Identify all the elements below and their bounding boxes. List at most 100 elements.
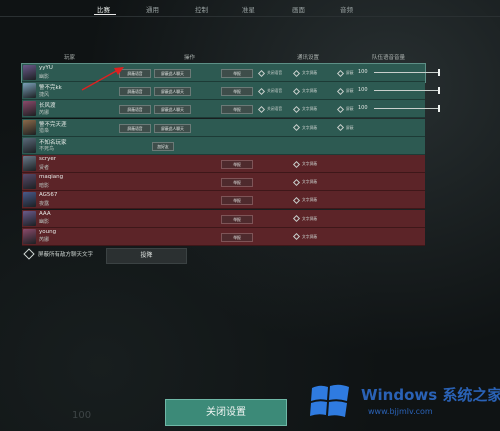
- col-actions: 操作: [184, 55, 196, 61]
- text-mute-toggle[interactable]: 文字屏蔽: [292, 233, 318, 241]
- report-button[interactable]: 举报: [221, 196, 253, 206]
- voice-mute-toggle[interactable]: 关闭语音: [257, 87, 282, 95]
- volume-slider-thumb[interactable]: [438, 105, 440, 113]
- report-button[interactable]: 举报: [221, 160, 253, 169]
- agent-avatar: [23, 119, 36, 135]
- block-chat-button[interactable]: 屏蔽此人聊天: [154, 69, 191, 78]
- checkbox-icon: [292, 87, 301, 95]
- voice-mute-toggle-label: 关闭语音: [267, 106, 283, 112]
- player-row: scryer 贤者 举报 文字屏蔽: [22, 155, 425, 173]
- block-toggle[interactable]: 屏蔽: [336, 69, 354, 77]
- active-tab-underline: [94, 14, 116, 15]
- block-toggle[interactable]: 屏蔽: [336, 124, 354, 132]
- checkbox-icon: [292, 233, 301, 241]
- block-chat-button[interactable]: 屏蔽此人聊天: [154, 105, 191, 115]
- volume-slider-thumb[interactable]: [438, 69, 440, 76]
- checkbox-icon: [292, 160, 301, 168]
- watermark-title: Windows 系统之家: [361, 386, 500, 404]
- player-row: AAA 幽影 举报 文字屏蔽: [22, 209, 425, 228]
- text-mute-toggle[interactable]: 文字屏蔽: [292, 178, 317, 186]
- block-chat-button[interactable]: 屏蔽此人聊天: [154, 123, 191, 133]
- watermark: Windows 系统之家 www.bjjmlv.com: [306, 378, 500, 426]
- tab-controls[interactable]: 控制: [195, 4, 208, 14]
- report-button[interactable]: 举报: [221, 178, 253, 188]
- agent-avatar: [23, 210, 36, 226]
- block-toggle-label: 屏蔽: [346, 106, 354, 112]
- tab-video[interactable]: 画面: [292, 4, 305, 14]
- volume-value: 100: [358, 105, 368, 112]
- voice-mute-toggle-label: 关闭语音: [267, 70, 283, 75]
- text-mute-toggle-label: 文字屏蔽: [302, 215, 318, 221]
- player-row: young 芮娜 举报 文字屏蔽: [22, 227, 425, 246]
- checkbox-icon: [292, 69, 301, 77]
- checkbox-icon: [292, 124, 301, 132]
- player-row: maqiang 暗影 举报 文字屏蔽: [22, 173, 425, 192]
- player-agent: 幽影: [39, 219, 50, 226]
- checkbox-icon: [257, 87, 266, 95]
- text-mute-toggle[interactable]: 文字屏蔽: [292, 124, 317, 132]
- checkbox-icon: [257, 105, 266, 113]
- close-settings-button[interactable]: 关闭设置: [165, 399, 287, 426]
- col-comm: 通讯设置: [297, 55, 320, 61]
- player-name: AG567: [39, 192, 58, 199]
- mute-enemy-text-label: 屏蔽所有敌方聊天文字: [38, 252, 94, 258]
- player-row: AG567 夜露 举报 文字屏蔽: [22, 191, 425, 210]
- annotation-arrow: [81, 67, 124, 91]
- col-player: 玩家: [64, 55, 76, 61]
- text-mute-toggle[interactable]: 文字屏蔽: [292, 160, 318, 168]
- voice-mute-toggle[interactable]: 关闭语音: [257, 69, 283, 77]
- report-button[interactable]: 举报: [221, 87, 253, 97]
- block-toggle[interactable]: 屏蔽: [336, 87, 354, 95]
- text-mute-toggle[interactable]: 文字屏蔽: [292, 87, 318, 95]
- volume-slider-track[interactable]: [374, 90, 440, 92]
- block-toggle-label: 屏蔽: [346, 124, 354, 130]
- checkbox-icon: [336, 69, 345, 77]
- checkbox-icon: [292, 215, 301, 223]
- player-agent: 暗影: [39, 182, 50, 189]
- report-button[interactable]: 举报: [221, 69, 253, 78]
- block-chat-button[interactable]: 屏蔽此人聊天: [154, 87, 191, 97]
- player-agent: 幽影: [39, 73, 50, 80]
- player-agent: 捷风: [39, 91, 50, 98]
- settings-tabs: 比赛 通用 控制 准星 画面 音频: [0, 0, 500, 17]
- text-mute-toggle[interactable]: 文字屏蔽: [292, 215, 318, 223]
- tab-match[interactable]: 比赛: [97, 4, 110, 14]
- player-agent: 芮娜: [39, 109, 50, 116]
- voice-mute-toggle[interactable]: 关闭语音: [257, 105, 283, 113]
- player-agent: 芮娜: [39, 237, 50, 244]
- agent-avatar: [23, 101, 36, 117]
- report-button[interactable]: 举报: [221, 105, 253, 115]
- text-mute-toggle-label: 文字屏蔽: [302, 161, 318, 166]
- volume-value: 100: [358, 69, 368, 75]
- player-name: young: [39, 228, 57, 235]
- volume-slider-track[interactable]: [374, 108, 440, 110]
- volume-slider-track[interactable]: [374, 72, 440, 73]
- report-button[interactable]: 举报: [221, 232, 253, 242]
- text-mute-toggle[interactable]: 文字屏蔽: [292, 196, 317, 204]
- text-mute-toggle-label: 文字屏蔽: [302, 106, 318, 112]
- tab-crosshair[interactable]: 准星: [242, 4, 255, 14]
- player-agent: 贤者: [39, 164, 50, 171]
- mute-voice-button[interactable]: 屏蔽语音: [119, 123, 151, 133]
- mute-voice-button[interactable]: 屏蔽语音: [119, 105, 151, 115]
- block-toggle[interactable]: 屏蔽: [336, 105, 354, 113]
- windows-logo-icon: [310, 384, 349, 417]
- text-mute-toggle[interactable]: 文字屏蔽: [292, 69, 317, 77]
- checkbox-icon: [292, 105, 301, 113]
- tab-audio[interactable]: 音频: [340, 4, 353, 14]
- checkbox-icon: [257, 69, 266, 77]
- checkbox-icon: [292, 178, 301, 186]
- text-mute-toggle[interactable]: 文字屏蔽: [292, 105, 318, 113]
- surrender-button[interactable]: 投降: [106, 248, 187, 264]
- volume-slider-thumb[interactable]: [438, 87, 440, 95]
- volume-value: 100: [358, 87, 368, 94]
- report-button[interactable]: 举报: [221, 214, 253, 224]
- add-friend-button[interactable]: 加好友: [152, 141, 174, 151]
- text-mute-toggle-label: 文字屏蔽: [302, 88, 318, 94]
- tab-general[interactable]: 通用: [146, 4, 159, 14]
- player-row: 不知名玩家 不死鸟 加好友: [22, 136, 425, 155]
- block-toggle-label: 屏蔽: [346, 88, 354, 94]
- player-row: 长风渡 芮娜 屏蔽语音 屏蔽此人聊天 举报 关闭语音 文字屏蔽 屏蔽 100: [22, 100, 440, 119]
- player-name: AAA: [39, 210, 51, 217]
- text-mute-toggle-label: 文字屏蔽: [302, 233, 318, 239]
